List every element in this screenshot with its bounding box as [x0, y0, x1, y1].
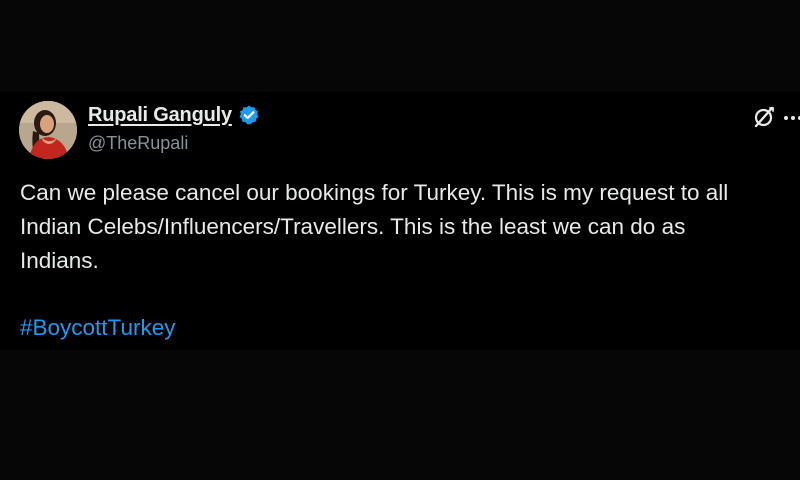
- avatar-image: [19, 101, 77, 159]
- author-row: Rupali Ganguly: [88, 102, 260, 128]
- top-letterbox: [0, 0, 800, 92]
- avatar[interactable]: [19, 101, 77, 159]
- verified-badge-icon: [238, 104, 260, 126]
- grok-icon[interactable]: [752, 105, 776, 129]
- display-name[interactable]: Rupali Ganguly: [88, 104, 232, 127]
- author-handle[interactable]: @TheRupali: [88, 133, 188, 154]
- bottom-letterbox: [0, 350, 800, 480]
- tweet-body: Can we please cancel our bookings for Tu…: [20, 176, 790, 278]
- hashtag-link[interactable]: #BoycottTurkey: [20, 311, 175, 345]
- tweet-body-line: Can we please cancel our bookings for Tu…: [20, 180, 729, 205]
- screenshot-canvas: Rupali Ganguly @TheRupali Can we please …: [0, 0, 800, 480]
- more-options-icon[interactable]: [782, 110, 800, 126]
- tweet-body-line: Indians.: [20, 248, 99, 273]
- tweet-body-line: Indian Celebs/Influencers/Travellers. Th…: [20, 214, 686, 239]
